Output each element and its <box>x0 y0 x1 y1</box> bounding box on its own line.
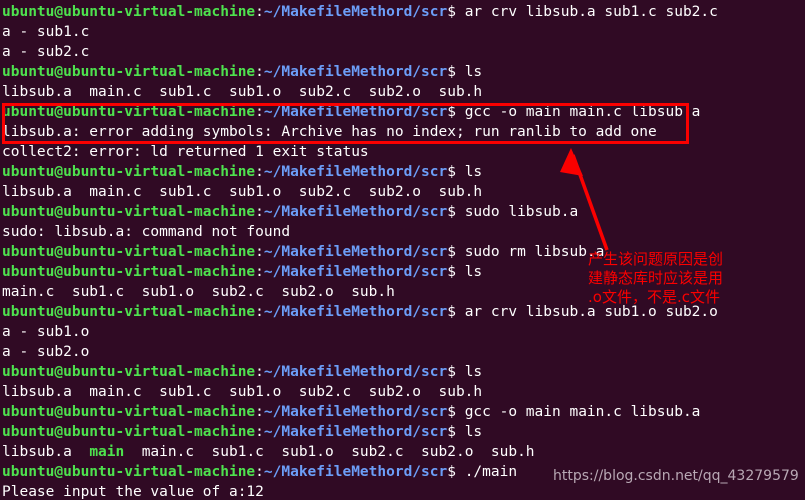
prompt-path: ~/MakefileMethord/scr <box>263 204 448 220</box>
prompt-path: ~/MakefileMethord/scr <box>263 244 448 260</box>
terminal-window[interactable]: ubuntu@ubuntu-virtual-machine:~/Makefile… <box>0 0 805 500</box>
prompt-symbol: $ <box>447 464 465 480</box>
terminal-output-line: a - sub2.c <box>2 42 718 62</box>
prompt-symbol: $ <box>447 304 465 320</box>
prompt-symbol: $ <box>447 104 465 120</box>
prompt-user-host: ubuntu@ubuntu-virtual-machine <box>2 4 256 20</box>
prompt-symbol: $ <box>447 264 465 280</box>
prompt-symbol: $ <box>447 404 465 420</box>
terminal-command: ls <box>464 64 483 80</box>
terminal-output-line: libsub.a main main.c sub1.c sub1.o sub2.… <box>2 442 718 462</box>
watermark-url: https://blog.csdn.net/qq_43279579 <box>553 468 799 484</box>
terminal-output-line: sudo: libsub.a: command not found <box>2 222 718 242</box>
terminal-prompt-line: ubuntu@ubuntu-virtual-machine:~/Makefile… <box>2 62 718 82</box>
prompt-user-host: ubuntu@ubuntu-virtual-machine <box>2 464 256 480</box>
terminal-prompt-line: ubuntu@ubuntu-virtual-machine:~/Makefile… <box>2 422 718 442</box>
listing-text: libsub.a <box>2 444 90 460</box>
prompt-user-host: ubuntu@ubuntu-virtual-machine <box>2 364 256 380</box>
prompt-user-host: ubuntu@ubuntu-virtual-machine <box>2 164 256 180</box>
terminal-prompt-line: ubuntu@ubuntu-virtual-machine:~/Makefile… <box>2 2 718 22</box>
prompt-symbol: $ <box>447 4 465 20</box>
terminal-command: ls <box>464 364 483 380</box>
output-text: libsub.a main.c sub1.c sub1.o sub2.c sub… <box>2 384 483 400</box>
terminal-prompt-line: ubuntu@ubuntu-virtual-machine:~/Makefile… <box>2 402 718 422</box>
prompt-symbol: $ <box>447 204 465 220</box>
output-text: Please input the value of a:12 <box>2 484 264 500</box>
prompt-separator: : <box>255 424 264 440</box>
prompt-user-host: ubuntu@ubuntu-virtual-machine <box>2 204 256 220</box>
terminal-output-line: libsub.a main.c sub1.c sub1.o sub2.c sub… <box>2 182 718 202</box>
prompt-path: ~/MakefileMethord/scr <box>263 424 448 440</box>
prompt-separator: : <box>255 204 264 220</box>
prompt-path: ~/MakefileMethord/scr <box>263 264 448 280</box>
prompt-path: ~/MakefileMethord/scr <box>263 64 448 80</box>
terminal-prompt-line: ubuntu@ubuntu-virtual-machine:~/Makefile… <box>2 102 718 122</box>
terminal-command: ./main <box>464 464 518 480</box>
prompt-user-host: ubuntu@ubuntu-virtual-machine <box>2 264 256 280</box>
output-text: a - sub2.o <box>2 344 90 360</box>
terminal-output-line: libsub.a main.c sub1.c sub1.o sub2.c sub… <box>2 382 718 402</box>
output-text: libsub.a main.c sub1.c sub1.o sub2.c sub… <box>2 84 483 100</box>
terminal-output-line: libsub.a: error adding symbols: Archive … <box>2 122 718 142</box>
prompt-user-host: ubuntu@ubuntu-virtual-machine <box>2 424 256 440</box>
output-text: main.c sub1.c sub1.o sub2.c sub2.o sub.h <box>2 284 395 300</box>
prompt-separator: : <box>255 104 264 120</box>
listing-text: main.c sub1.c sub1.o sub2.c sub2.o sub.h <box>124 444 535 460</box>
prompt-separator: : <box>255 304 264 320</box>
prompt-symbol: $ <box>447 424 465 440</box>
terminal-prompt-line: ubuntu@ubuntu-virtual-machine:~/Makefile… <box>2 202 718 222</box>
output-text: libsub.a: error adding symbols: Archive … <box>2 124 657 140</box>
prompt-path: ~/MakefileMethord/scr <box>263 4 448 20</box>
prompt-user-host: ubuntu@ubuntu-virtual-machine <box>2 244 256 260</box>
annotation-note-line-2: 建静态库时应该是用 <box>588 269 724 287</box>
terminal-command: ls <box>464 424 483 440</box>
output-text: a - sub1.o <box>2 324 90 340</box>
prompt-separator: : <box>255 164 264 180</box>
prompt-user-host: ubuntu@ubuntu-virtual-machine <box>2 64 256 80</box>
terminal-command: gcc -o main main.c libsub.a <box>464 404 701 420</box>
prompt-path: ~/MakefileMethord/scr <box>263 364 448 380</box>
prompt-separator: : <box>255 364 264 380</box>
prompt-user-host: ubuntu@ubuntu-virtual-machine <box>2 404 256 420</box>
prompt-path: ~/MakefileMethord/scr <box>263 304 448 320</box>
prompt-path: ~/MakefileMethord/scr <box>263 104 448 120</box>
prompt-symbol: $ <box>447 364 465 380</box>
annotation-note-line-3: .o文件，不是.c文件 <box>588 288 720 306</box>
terminal-command: gcc -o main main.c libsub.a <box>464 104 701 120</box>
terminal-output-line: libsub.a main.c sub1.c sub1.o sub2.c sub… <box>2 82 718 102</box>
prompt-separator: : <box>255 404 264 420</box>
terminal-prompt-line: ubuntu@ubuntu-virtual-machine:~/Makefile… <box>2 162 718 182</box>
terminal-output-line: a - sub1.c <box>2 22 718 42</box>
annotation-note: 产生该问题原因是创 建静态库时应该是用 .o文件，不是.c文件 <box>588 250 723 307</box>
output-text: libsub.a main.c sub1.c sub1.o sub2.c sub… <box>2 184 483 200</box>
output-text: a - sub2.c <box>2 44 90 60</box>
prompt-separator: : <box>255 64 264 80</box>
prompt-symbol: $ <box>447 64 465 80</box>
terminal-command: ar crv libsub.a sub1.c sub2.c <box>464 4 718 20</box>
terminal-command: ls <box>464 264 483 280</box>
prompt-separator: : <box>255 464 264 480</box>
prompt-separator: : <box>255 244 264 260</box>
terminal-output-line: collect2: error: ld returned 1 exit stat… <box>2 142 718 162</box>
terminal-output-line: a - sub2.o <box>2 342 718 362</box>
prompt-symbol: $ <box>447 244 465 260</box>
terminal-command: sudo rm libsub.a <box>464 244 605 260</box>
prompt-user-host: ubuntu@ubuntu-virtual-machine <box>2 104 256 120</box>
annotation-note-line-1: 产生该问题原因是创 <box>588 250 724 268</box>
prompt-path: ~/MakefileMethord/scr <box>263 164 448 180</box>
prompt-separator: : <box>255 264 264 280</box>
output-text: sudo: libsub.a: command not found <box>2 224 291 240</box>
output-text: a - sub1.c <box>2 24 90 40</box>
terminal-prompt-line: ubuntu@ubuntu-virtual-machine:~/Makefile… <box>2 362 718 382</box>
output-text: collect2: error: ld returned 1 exit stat… <box>2 144 369 160</box>
prompt-user-host: ubuntu@ubuntu-virtual-machine <box>2 304 256 320</box>
prompt-path: ~/MakefileMethord/scr <box>263 404 448 420</box>
prompt-path: ~/MakefileMethord/scr <box>263 464 448 480</box>
terminal-command: sudo libsub.a <box>464 204 579 220</box>
prompt-symbol: $ <box>447 164 465 180</box>
prompt-separator: : <box>255 4 264 20</box>
terminal-output-line: a - sub1.o <box>2 322 718 342</box>
executable-file-name: main <box>89 444 125 460</box>
terminal-command: ls <box>464 164 483 180</box>
